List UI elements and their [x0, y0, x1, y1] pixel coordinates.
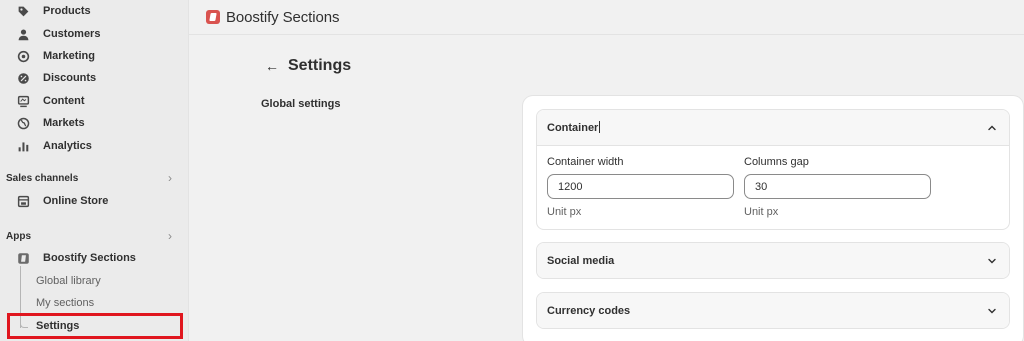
discount-icon [16, 71, 30, 85]
highlight-box [7, 313, 183, 339]
sidebar-item-boostify-sections[interactable]: Boostify Sections [9, 248, 181, 268]
container-accordion-body: Container width Unit px Columns gap Unit… [537, 145, 1009, 229]
sidebar-item-label: Discounts [43, 72, 97, 84]
sidebar-item-analytics[interactable]: Analytics [9, 136, 181, 156]
chevron-right-icon: › [168, 171, 172, 185]
sidebar-item-label: Content [43, 95, 85, 107]
sidebar-item-label: Markets [43, 117, 85, 129]
target-icon [16, 49, 30, 63]
sidebar-subitem-my-sections[interactable]: My sections [36, 294, 94, 312]
globe-icon [16, 116, 30, 130]
bar-chart-icon [16, 139, 30, 153]
app-topbar: Boostify Sections [189, 0, 1024, 35]
sidebar-item-label: Customers [43, 28, 101, 40]
accordion-title: Container [547, 121, 601, 134]
arrow-left-icon[interactable]: ← [265, 58, 279, 74]
sidebar-subitem-label: Global library [36, 275, 101, 287]
accordion-title: Social media [547, 254, 615, 267]
apps-label: Apps [6, 230, 31, 242]
sidebar-item-label: Boostify Sections [43, 252, 136, 264]
social-media-accordion: Social media [536, 242, 1010, 279]
sidebar: Products Customers Marketing Discounts C… [0, 0, 189, 341]
sales-channels-header[interactable]: Sales channels › [6, 170, 178, 186]
container-width-input[interactable] [547, 174, 734, 199]
sidebar-item-content[interactable]: Content [9, 91, 181, 111]
text-caret [599, 121, 601, 133]
content-icon [16, 94, 30, 108]
container-accordion: Container Container width Unit px Column… [536, 109, 1010, 230]
sidebar-item-markets[interactable]: Markets [9, 113, 181, 133]
sidebar-item-online-store[interactable]: Online Store [9, 191, 181, 211]
currency-codes-accordion: Currency codes [536, 292, 1010, 329]
sidebar-item-label: Products [43, 5, 91, 17]
tag-icon [16, 4, 30, 18]
container-accordion-header[interactable]: Container [537, 110, 1009, 145]
sidebar-item-label: Marketing [43, 50, 95, 62]
sidebar-subitem-global-library[interactable]: Global library [36, 272, 101, 290]
apps-header[interactable]: Apps › [6, 228, 178, 244]
social-media-accordion-header[interactable]: Social media [537, 243, 1009, 278]
sidebar-item-label: Online Store [43, 195, 109, 207]
store-icon [16, 194, 30, 208]
chevron-down-icon [988, 308, 996, 313]
chevron-up-icon [988, 125, 996, 130]
settings-card: Container Container width Unit px Column… [523, 96, 1023, 341]
sales-channels-label: Sales channels [6, 172, 79, 184]
accordion-title: Currency codes [547, 304, 631, 317]
container-width-label: Container width [547, 156, 624, 168]
columns-gap-help: Unit px [744, 206, 779, 218]
sidebar-item-label: Analytics [43, 140, 92, 152]
sidebar-item-marketing[interactable]: Marketing [9, 46, 181, 66]
sidebar-item-customers[interactable]: Customers [9, 24, 181, 44]
currency-codes-accordion-header[interactable]: Currency codes [537, 293, 1009, 328]
sidebar-item-discounts[interactable]: Discounts [9, 68, 181, 88]
global-settings-label: Global settings [261, 98, 341, 110]
sidebar-item-products[interactable]: Products [9, 1, 181, 21]
page-header: ← Settings [265, 55, 351, 77]
sidebar-subitem-label: My sections [36, 297, 95, 309]
page-title: Settings [288, 57, 352, 74]
columns-gap-label: Columns gap [744, 156, 809, 168]
app-icon [16, 251, 30, 265]
app-logo-icon [206, 10, 220, 24]
person-icon [16, 27, 30, 41]
columns-gap-input[interactable] [744, 174, 931, 199]
app-title: Boostify Sections [226, 8, 340, 26]
chevron-down-icon [988, 258, 996, 263]
container-width-help: Unit px [547, 206, 582, 218]
chevron-right-icon: › [168, 229, 172, 243]
